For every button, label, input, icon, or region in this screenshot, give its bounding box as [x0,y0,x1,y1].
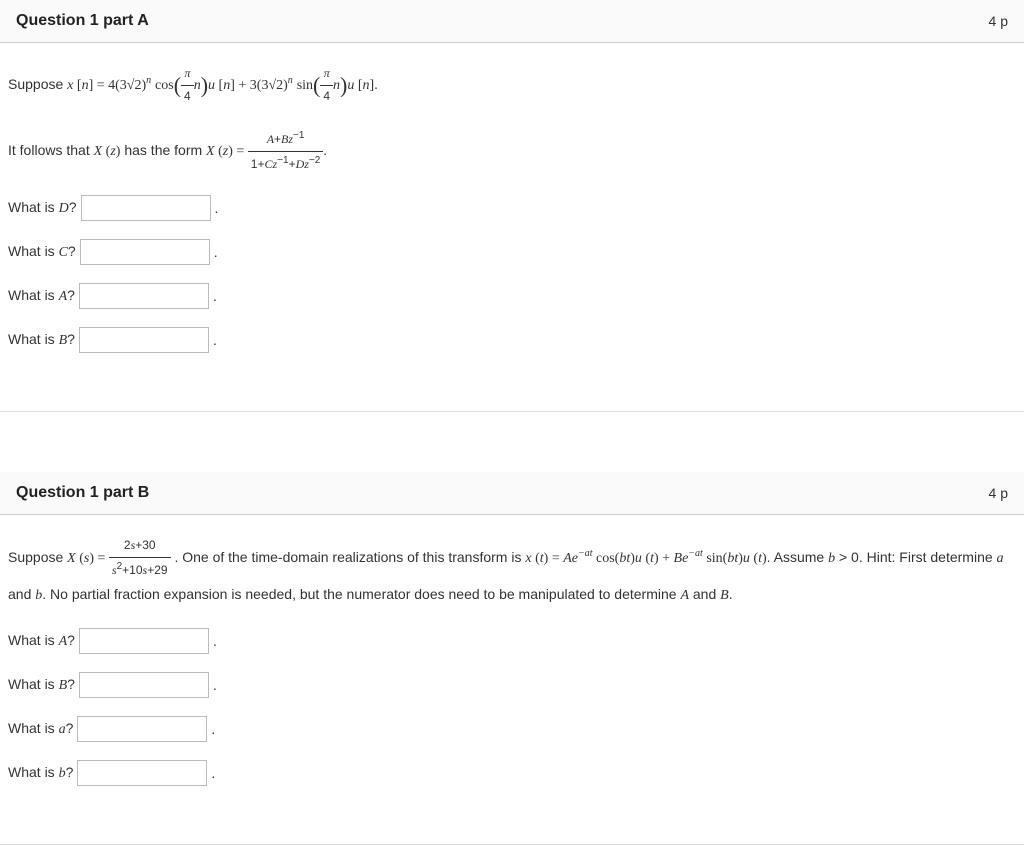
label-b2: What is B? [8,676,75,694]
question-header-a: Question 1 part A 4 p [0,0,1024,43]
period: . [214,244,218,260]
input-a2[interactable] [79,628,209,654]
question-title-b: Question 1 part B [16,484,149,502]
suppose-label: Suppose [8,76,67,92]
label-b: What is B? [8,331,75,349]
input-row-b: What is B? . [8,327,1016,353]
input-row-a-lower: What is a? . [8,716,1016,742]
input-row-b-lower: What is b? . [8,760,1016,786]
problem-statement-b: Suppose X (s) = 2s+30 s2+10s+29 . One of… [8,535,1016,607]
input-b2[interactable] [79,672,209,698]
input-c[interactable] [80,239,210,265]
problem-statement-a1: Suppose x [n] = 4(3√2)n cos(π4n)u [n] + … [8,63,1016,107]
period: . [215,200,219,216]
question-title-a: Question 1 part A [16,12,149,30]
input-b[interactable] [79,327,209,353]
question-header-b: Question 1 part B 4 p [0,472,1024,515]
text-after-frac: . One of the time-domain realizations of… [174,549,525,565]
input-b-lower[interactable] [77,760,207,786]
input-a[interactable] [79,283,209,309]
input-row-c: What is C? . [8,239,1016,265]
question-part-b: Question 1 part B 4 p Suppose X (s) = 2s… [0,472,1024,844]
equation-x-n: x [67,78,77,93]
period: . [211,721,215,737]
problem-statement-a2: It follows that X (z) has the form X (z)… [8,127,1016,175]
question-part-a: Question 1 part A 4 p Suppose x [n] = 4(… [0,0,1024,412]
input-row-a2: What is A? . [8,628,1016,654]
input-row-a: What is A? . [8,283,1016,309]
xt-eq: x [525,551,535,566]
xs-fraction: 2s+30 s2+10s+29 [109,535,171,581]
input-row-d: What is D? . [8,195,1016,221]
input-d[interactable] [81,195,211,221]
input-a-lower[interactable] [77,716,207,742]
period: . [213,677,217,693]
follows-mid: has the form [124,142,206,158]
follows-prefix: It follows that [8,142,94,158]
question-body-a: Suppose x [n] = 4(3√2)n cos(π4n)u [n] + … [0,43,1024,411]
label-a-lower: What is a? [8,720,73,738]
question-points-b: 4 p [989,485,1008,501]
suppose-label-b: Suppose [8,549,67,565]
period: . [211,765,215,781]
xz-var: X [94,144,106,159]
input-row-b2: What is B? . [8,672,1016,698]
xz-fraction: A+Bz−1 1+Cz−1+Dz−2 [248,127,324,175]
spacer [0,412,1024,472]
period: . [213,332,217,348]
period: . [213,288,217,304]
question-body-b: Suppose X (s) = 2s+30 s2+10s+29 . One of… [0,515,1024,843]
xs-var: X [67,551,79,566]
frac-end: . [323,144,327,159]
label-a2: What is A? [8,632,75,650]
label-d: What is D? [8,199,77,217]
question-points-a: 4 p [989,13,1008,29]
label-a: What is A? [8,287,75,305]
period: . [213,633,217,649]
label-b-lower: What is b? [8,764,73,782]
label-c: What is C? [8,243,76,261]
